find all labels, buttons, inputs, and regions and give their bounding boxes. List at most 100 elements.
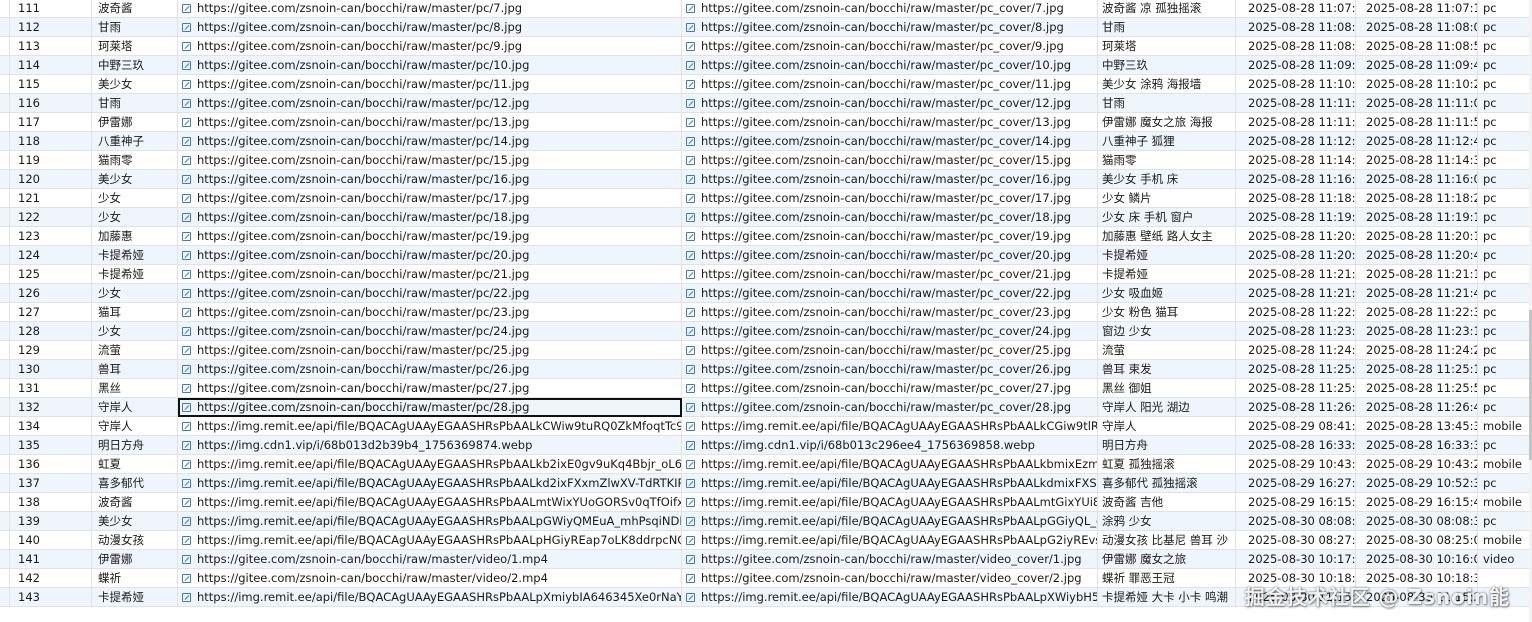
cell-tags[interactable]: 少女 鳞片 <box>1098 189 1236 208</box>
cell-url[interactable]: https://gitee.com/zsnoin-can/bocchi/raw/… <box>178 303 682 322</box>
cell-cover-url[interactable]: https://img.remit.ee/api/file/BQACAgUAAy… <box>682 531 1098 550</box>
cell-cover-url[interactable]: https://gitee.com/zsnoin-can/bocchi/raw/… <box>682 18 1098 37</box>
cell-tags[interactable]: 波奇酱 凉 孤独摇滚 <box>1098 0 1236 18</box>
cell-url[interactable]: https://gitee.com/zsnoin-can/bocchi/raw/… <box>178 246 682 265</box>
cell-updated-at[interactable]: 2025-08-28 11:08:51 <box>1356 37 1478 56</box>
cell-id[interactable]: 116 <box>10 94 92 113</box>
cell-cover-url[interactable]: https://gitee.com/zsnoin-can/bocchi/raw/… <box>682 360 1098 379</box>
table-row[interactable]: 132 守岸人 https://gitee.com/zsnoin-can/bocch… <box>0 398 1532 417</box>
cell-tags[interactable]: 蝶祈 罪恶王冠 <box>1098 569 1236 588</box>
cell-title[interactable]: 猫耳 <box>92 303 178 322</box>
cell-updated-at[interactable]: 2025-08-29 10:52:31 <box>1356 474 1478 493</box>
cell-title[interactable]: 卡提希娅 <box>92 265 178 284</box>
cell-url[interactable]: https://gitee.com/zsnoin-can/bocchi/raw/… <box>178 550 682 569</box>
row-gutter[interactable] <box>0 265 10 284</box>
cell-updated-at[interactable]: 2025-08-28 11:20:43 <box>1356 246 1478 265</box>
cell-created-at[interactable]: 2025-08-28 11:24:20 <box>1236 341 1356 360</box>
cell-created-at[interactable]: 2025-08-28 11:07:19 <box>1236 0 1356 18</box>
table-row[interactable]: 131 黑丝 https://gitee.com/zsnoin-can/bocchi… <box>0 379 1532 398</box>
cell-cover-url[interactable]: https://gitee.com/zsnoin-can/bocchi/raw/… <box>682 550 1098 569</box>
cell-id[interactable]: 139 <box>10 512 92 531</box>
table-row[interactable]: 130 兽耳 https://gitee.com/zsnoin-can/bocchi… <box>0 360 1532 379</box>
cell-id[interactable]: 122 <box>10 208 92 227</box>
cell-cover-url[interactable]: https://gitee.com/zsnoin-can/bocchi/raw/… <box>682 113 1098 132</box>
cell-created-at[interactable]: 2025-08-28 11:18:25 <box>1236 189 1356 208</box>
cell-title[interactable]: 守岸人 <box>92 398 178 417</box>
cell-type[interactable]: pc <box>1478 360 1532 379</box>
cell-updated-at[interactable]: 2025-08-29 16:15:42 <box>1356 493 1478 512</box>
row-gutter[interactable] <box>0 132 10 151</box>
cell-updated-at[interactable]: 2025-08-28 11:26:49 <box>1356 398 1478 417</box>
cell-url[interactable]: https://gitee.com/zsnoin-can/bocchi/raw/… <box>178 189 682 208</box>
cell-title[interactable]: 少女 <box>92 208 178 227</box>
cell-updated-at[interactable]: 2025-08-28 11:10:29 <box>1356 75 1478 94</box>
row-gutter[interactable] <box>0 284 10 303</box>
cell-title[interactable]: 少女 <box>92 284 178 303</box>
cell-updated-at[interactable]: 2025-08-28 11:07:19 <box>1356 0 1478 18</box>
cell-created-at[interactable]: 2025-08-28 11:11:08 <box>1236 94 1356 113</box>
cell-id[interactable]: 119 <box>10 151 92 170</box>
cell-title[interactable]: 珂莱塔 <box>92 37 178 56</box>
cell-created-at[interactable]: 2025-08-28 11:22:32 <box>1236 303 1356 322</box>
cell-url[interactable]: https://gitee.com/zsnoin-can/bocchi/raw/… <box>178 94 682 113</box>
cell-cover-url[interactable]: https://gitee.com/zsnoin-can/bocchi/raw/… <box>682 151 1098 170</box>
cell-id[interactable]: 134 <box>10 417 92 436</box>
cell-url[interactable]: https://gitee.com/zsnoin-can/bocchi/raw/… <box>178 75 682 94</box>
cell-title[interactable]: 守岸人 <box>92 417 178 436</box>
cell-id[interactable]: 129 <box>10 341 92 360</box>
cell-tags[interactable]: 少女 吸血姬 <box>1098 284 1236 303</box>
cell-type[interactable]: pc <box>1478 284 1532 303</box>
cell-url[interactable]: https://gitee.com/zsnoin-can/bocchi/raw/… <box>178 284 682 303</box>
cell-cover-url[interactable]: https://gitee.com/zsnoin-can/bocchi/raw/… <box>682 227 1098 246</box>
cell-cover-url[interactable]: https://gitee.com/zsnoin-can/bocchi/raw/… <box>682 56 1098 75</box>
cell-type[interactable]: pc <box>1478 151 1532 170</box>
cell-type[interactable]: pc <box>1478 56 1532 75</box>
row-gutter[interactable] <box>0 417 10 436</box>
cell-tags[interactable]: 美少女 手机 床 <box>1098 170 1236 189</box>
cell-created-at[interactable]: 2025-08-28 11:23:11 <box>1236 322 1356 341</box>
cell-url[interactable]: https://gitee.com/zsnoin-can/bocchi/raw/… <box>178 322 682 341</box>
table-row[interactable]: 113 珂莱塔 https://gitee.com/zsnoin-can/bocch… <box>0 37 1532 56</box>
cell-id[interactable]: 141 <box>10 550 92 569</box>
row-gutter[interactable] <box>0 341 10 360</box>
table-row[interactable]: 121 少女 https://gitee.com/zsnoin-can/bocchi… <box>0 189 1532 208</box>
cell-title[interactable]: 八重神子 <box>92 132 178 151</box>
cell-id[interactable]: 132 <box>10 398 92 417</box>
row-gutter[interactable] <box>0 493 10 512</box>
cell-updated-at[interactable]: 2025-08-28 11:24:20 <box>1356 341 1478 360</box>
cell-url[interactable]: https://img.remit.ee/api/file/BQACAgUAAy… <box>178 474 682 493</box>
cell-cover-url[interactable]: https://gitee.com/zsnoin-can/bocchi/raw/… <box>682 37 1098 56</box>
cell-url[interactable]: https://img.remit.ee/api/file/BQACAgUAAy… <box>178 588 682 607</box>
cell-type[interactable]: pc <box>1478 474 1532 493</box>
table-row[interactable]: 136 虹夏 https://img.remit.ee/api/file/BQACA… <box>0 455 1532 474</box>
cell-title[interactable]: 少女 <box>92 189 178 208</box>
cell-url[interactable]: https://gitee.com/zsnoin-can/bocchi/raw/… <box>178 227 682 246</box>
row-gutter[interactable] <box>0 56 10 75</box>
cell-title[interactable]: 猫雨零 <box>92 151 178 170</box>
cell-cover-url[interactable]: https://img.remit.ee/api/file/BQACAgUAAy… <box>682 417 1098 436</box>
cell-tags[interactable]: 喜多郁代 孤独摇滚 <box>1098 474 1236 493</box>
cell-type[interactable]: pc <box>1478 132 1532 151</box>
cell-title[interactable]: 卡提希娅 <box>92 588 178 607</box>
cell-cover-url[interactable]: https://gitee.com/zsnoin-can/bocchi/raw/… <box>682 569 1098 588</box>
cell-tags[interactable]: 少女 床 手机 窗户 <box>1098 208 1236 227</box>
cell-cover-url[interactable]: https://img.remit.ee/api/file/BQACAgUAAy… <box>682 493 1098 512</box>
cell-created-at[interactable]: 2025-08-30 08:27:01 <box>1236 531 1356 550</box>
cell-tags[interactable]: 卡提希娅 <box>1098 265 1236 284</box>
cell-cover-url[interactable]: https://gitee.com/zsnoin-can/bocchi/raw/… <box>682 341 1098 360</box>
cell-created-at[interactable]: 2025-08-28 11:12:55 <box>1236 132 1356 151</box>
cell-type[interactable]: mobile <box>1478 493 1532 512</box>
table-row[interactable]: 141 伊雷娜 https://gitee.com/zsnoin-can/bocch… <box>0 550 1532 569</box>
row-gutter[interactable] <box>0 227 10 246</box>
cell-updated-at[interactable]: 2025-08-28 16:33:31 <box>1356 436 1478 455</box>
cell-cover-url[interactable]: https://img.remit.ee/api/file/BQACAgUAAy… <box>682 588 1098 607</box>
cell-type[interactable]: pc <box>1478 512 1532 531</box>
cell-created-at[interactable]: 2025-08-28 11:25:53 <box>1236 379 1356 398</box>
cell-cover-url[interactable]: https://gitee.com/zsnoin-can/bocchi/raw/… <box>682 322 1098 341</box>
cell-updated-at[interactable]: 2025-08-28 11:20:12 <box>1356 227 1478 246</box>
cell-type[interactable]: pc <box>1478 37 1532 56</box>
table-row[interactable]: 118 八重神子 https://gitee.com/zsnoin-can/bocc… <box>0 132 1532 151</box>
cell-url[interactable]: https://img.remit.ee/api/file/BQACAgUAAy… <box>178 512 682 531</box>
cell-url[interactable]: https://gitee.com/zsnoin-can/bocchi/raw/… <box>178 56 682 75</box>
row-gutter[interactable] <box>0 436 10 455</box>
